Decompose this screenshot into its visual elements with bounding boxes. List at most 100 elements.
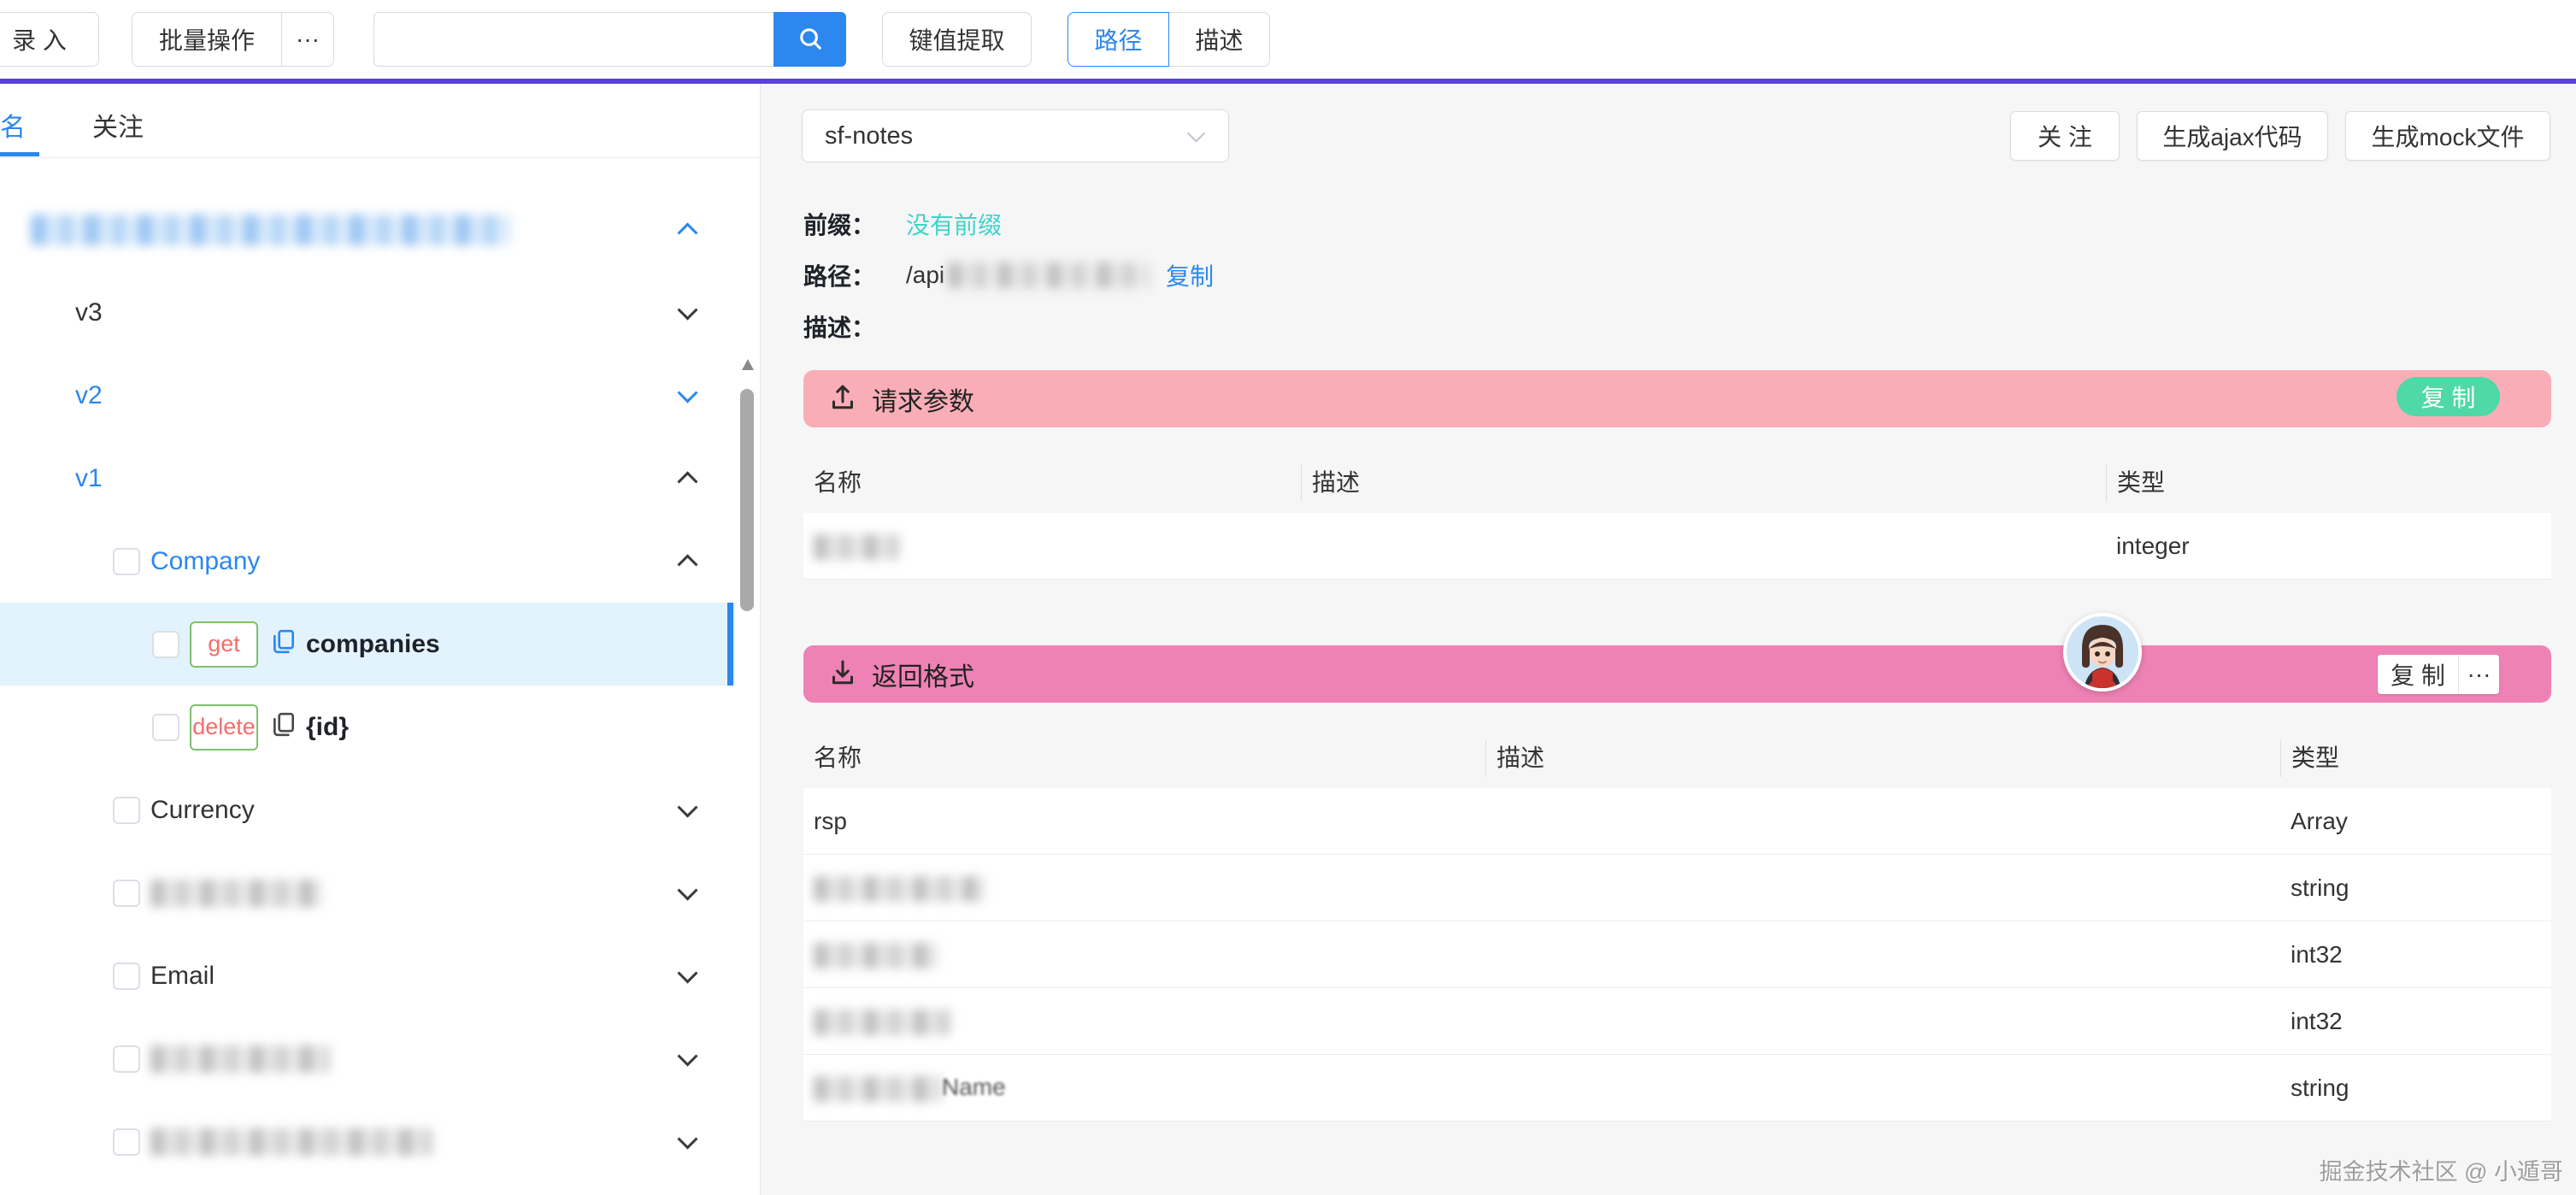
folder-label: Currency xyxy=(150,796,255,825)
more-actions-button[interactable]: ··· xyxy=(281,12,334,67)
method-badge-get: get xyxy=(190,621,258,668)
tree-checkbox[interactable] xyxy=(113,962,140,990)
folder-label-redacted xyxy=(150,1045,330,1073)
tree-checkbox[interactable] xyxy=(113,880,140,907)
path-value: /api xyxy=(906,262,944,289)
download-icon xyxy=(827,656,858,692)
chevron-up-icon[interactable] xyxy=(677,471,697,492)
table-row: int32 xyxy=(803,988,2551,1055)
top-toolbar: 录 入 批量操作 ··· 键值提取 路径描述 xyxy=(0,0,2576,79)
folder-label-redacted xyxy=(150,880,321,907)
prefix-value[interactable]: 没有前缀 xyxy=(906,207,1002,241)
path-row: 路径： /api 复制 xyxy=(803,260,1214,291)
request-params-title: 请求参数 xyxy=(872,380,974,418)
follow-button[interactable]: 关 注 xyxy=(2010,111,2120,161)
name-cell: Name xyxy=(803,1074,1485,1102)
tree-row-v2[interactable]: v2 xyxy=(0,354,735,437)
response-more-button[interactable]: ··· xyxy=(2458,655,2499,694)
type-cell: Array xyxy=(2280,808,2551,835)
main-panel: sf-notes 关 注生成ajax代码生成mock文件 前缀： 没有前缀 路径… xyxy=(761,84,2576,1195)
tree-row-{id}[interactable]: delete{id} xyxy=(0,686,735,768)
scrollbar-up-arrow[interactable] xyxy=(742,359,754,370)
tree-row-redacted[interactable] xyxy=(0,188,735,271)
name-redacted xyxy=(814,876,985,902)
copy-doc-icon xyxy=(270,627,297,662)
chevron-down-icon[interactable] xyxy=(677,1045,697,1066)
name-redacted xyxy=(814,1076,942,1102)
response-copy-group: 复 制 ··· xyxy=(2378,655,2499,694)
tree-row-redacted[interactable] xyxy=(0,851,735,934)
name-cell xyxy=(803,940,1485,968)
search-button[interactable] xyxy=(773,12,846,67)
toggle-desc-button[interactable]: 描述 xyxy=(1168,12,1270,67)
table-row: int32 xyxy=(803,921,2551,988)
tree-checkbox[interactable] xyxy=(113,797,140,824)
path-desc-toggle: 路径描述 xyxy=(1067,12,1270,67)
prefix-label: 前缀： xyxy=(803,207,906,241)
service-select-value: sf-notes xyxy=(825,122,913,150)
batch-operations-button[interactable]: 批量操作 xyxy=(132,12,282,67)
chevron-up-icon[interactable] xyxy=(677,222,697,243)
tab-domain[interactable]: 域名 xyxy=(0,106,26,144)
chevron-down-icon[interactable] xyxy=(677,299,697,320)
tree-checkbox[interactable] xyxy=(113,1128,140,1156)
table-row: string xyxy=(803,855,2551,921)
generate-ajax-button[interactable]: 生成ajax代码 xyxy=(2137,111,2328,161)
chevron-down-icon[interactable] xyxy=(677,797,697,817)
chevron-down-icon[interactable] xyxy=(677,962,697,983)
tree-row-redacted[interactable] xyxy=(0,1017,735,1100)
sidebar: 域名 关注 v3v2 v1 Companygetcompaniesdelete{id… xyxy=(0,84,761,1195)
table-row: rsp Array xyxy=(803,788,2551,855)
tree-checkbox[interactable] xyxy=(152,714,179,741)
tree-row-Currency[interactable]: Currency xyxy=(0,768,735,851)
tree-row-companies[interactable]: getcompanies xyxy=(0,603,735,686)
tree-checkbox[interactable] xyxy=(113,548,140,575)
copy-path-link[interactable]: 复制 xyxy=(1166,258,1214,292)
chevron-down-icon[interactable] xyxy=(677,1128,697,1149)
table-row: integer xyxy=(803,513,2551,580)
upload-icon xyxy=(827,381,858,416)
sidebar-scrollbar-thumb[interactable] xyxy=(740,389,754,611)
toggle-path-button[interactable]: 路径 xyxy=(1067,12,1169,67)
tree-row-v3[interactable]: v3 xyxy=(0,271,735,354)
tree-row-Email[interactable]: Email xyxy=(0,934,735,1017)
copy-request-button[interactable]: 复 制 xyxy=(2397,377,2500,416)
name-cell: rsp xyxy=(803,808,1485,835)
user-avatar[interactable] xyxy=(2063,613,2142,692)
name-redacted xyxy=(814,1010,950,1035)
copy-response-button[interactable]: 复 制 xyxy=(2378,655,2458,694)
column-header: 类型 xyxy=(2280,739,2551,777)
chevron-up-icon[interactable] xyxy=(677,554,697,574)
group-label: v1 xyxy=(75,464,103,493)
tree-row-Company[interactable]: Company xyxy=(0,520,735,603)
path-label: 路径： xyxy=(803,258,906,292)
batch-operations-group: 批量操作 ··· xyxy=(132,12,334,67)
path-redacted xyxy=(948,262,1149,288)
name-cell xyxy=(803,874,1485,902)
watermark: 掘金技术社区 @ 小遁哥 xyxy=(2320,1153,2563,1186)
method-badge-delete: delete xyxy=(190,704,258,751)
name-cell xyxy=(803,1007,1485,1035)
description-label: 描述： xyxy=(803,309,906,344)
description-row: 描述： xyxy=(803,311,906,342)
tree-checkbox[interactable] xyxy=(152,631,179,658)
tab-follow[interactable]: 关注 xyxy=(92,106,144,144)
chevron-down-icon[interactable] xyxy=(677,382,697,403)
tree-row-redacted[interactable] xyxy=(0,1100,735,1183)
type-cell: int32 xyxy=(2280,941,2551,968)
service-select[interactable]: sf-notes xyxy=(802,109,1229,162)
table-row: Namestring xyxy=(803,1055,2551,1121)
search-input[interactable] xyxy=(373,12,773,67)
entry-button[interactable]: 录 入 xyxy=(0,12,99,67)
name-redacted xyxy=(814,534,899,560)
table-header: 名称描述类型 xyxy=(803,453,2551,513)
name-cell xyxy=(803,532,1301,560)
chevron-down-icon[interactable] xyxy=(677,880,697,900)
tree-row-v1[interactable]: v1 xyxy=(0,437,735,520)
response-format-bar: 返回格式 xyxy=(803,645,2551,703)
api-manager-page: 录 入 批量操作 ··· 键值提取 路径描述 域名 关注 v3v2v1Compa… xyxy=(0,0,2576,1195)
generate-mock-button[interactable]: 生成mock文件 xyxy=(2345,111,2550,161)
column-header: 描述 xyxy=(1301,464,2106,502)
tree-checkbox[interactable] xyxy=(113,1045,140,1073)
key-value-extract-button[interactable]: 键值提取 xyxy=(882,12,1032,67)
